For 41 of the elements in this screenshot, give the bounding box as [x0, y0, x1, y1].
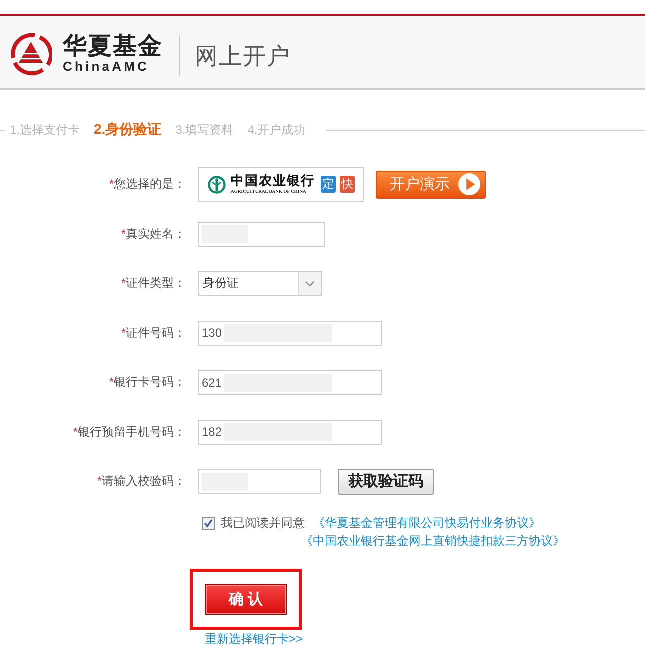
- required-mark: *: [109, 375, 114, 390]
- step-label: 4.开户成功: [248, 122, 306, 138]
- field-label: 银行预留手机号码：: [78, 424, 186, 441]
- chevron-down-icon: [305, 280, 315, 287]
- agreement-text: 我已阅读并同意: [221, 515, 305, 532]
- reselect-bank-link[interactable]: 重新选择银行卡>>: [205, 632, 304, 646]
- bank-tag: 定: [321, 176, 336, 194]
- logo-title: 华夏基金: [63, 34, 163, 59]
- required-mark: *: [121, 276, 126, 290]
- bank-name: 中国农业银行: [231, 174, 315, 189]
- logo-emblem-icon: [10, 31, 52, 77]
- confirm-button[interactable]: 确 认: [205, 584, 287, 614]
- agreement-link[interactable]: 《华夏基金管理有限公司快易付业务协议》: [313, 515, 541, 532]
- field-label: 您选择的是：: [114, 176, 186, 194]
- text-field[interactable]: 621: [198, 370, 382, 396]
- field-label: 真实姓名：: [126, 226, 186, 243]
- play-icon: [458, 173, 481, 196]
- page-title: 网上开户: [195, 42, 291, 70]
- text-field[interactable]: [198, 469, 321, 494]
- text-field[interactable]: 182: [198, 420, 382, 445]
- bank-logo-icon: [208, 176, 226, 194]
- step-label: 2.身份验证: [94, 121, 162, 139]
- text-field[interactable]: 130: [198, 320, 382, 346]
- field-label: 证件号码：: [126, 324, 186, 342]
- text-field[interactable]: [198, 222, 325, 247]
- field-label: 证件类型：: [126, 275, 186, 292]
- required-mark: *: [73, 424, 78, 439]
- bank-tag: 快: [340, 176, 355, 194]
- select-field[interactable]: 身份证: [198, 271, 322, 296]
- checkbox[interactable]: [202, 517, 215, 530]
- get-code-button[interactable]: 获取验证码: [338, 468, 434, 495]
- step-label: 1.选择支付卡: [10, 122, 80, 138]
- required-mark: *: [121, 226, 126, 241]
- required-mark: *: [109, 177, 114, 192]
- field-label: 请输入校验码：: [102, 473, 186, 490]
- logo-subtitle: ChinaAMC: [63, 59, 151, 74]
- step-label: 3.填写资料: [176, 122, 234, 138]
- required-mark: *: [121, 326, 126, 340]
- required-mark: *: [97, 474, 102, 488]
- field-label: 银行卡号码：: [114, 374, 186, 392]
- agreement-link[interactable]: 《中国农业银行基金网上直销快捷扣款三方协议》: [301, 533, 565, 550]
